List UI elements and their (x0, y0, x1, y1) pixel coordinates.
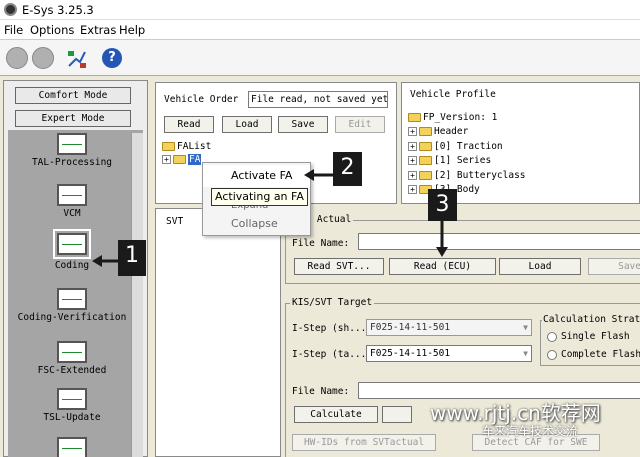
arrow-1-head (92, 255, 102, 267)
callout-arrows (92, 169, 448, 267)
callout-3: 3 (428, 189, 457, 221)
callout-1: 1 (118, 240, 146, 276)
watermark-sub: 车来汽车技术交流 (482, 424, 579, 438)
arrow-3-head (436, 247, 448, 257)
arrow-2-head (304, 169, 314, 181)
callout-2: 2 (333, 152, 362, 186)
